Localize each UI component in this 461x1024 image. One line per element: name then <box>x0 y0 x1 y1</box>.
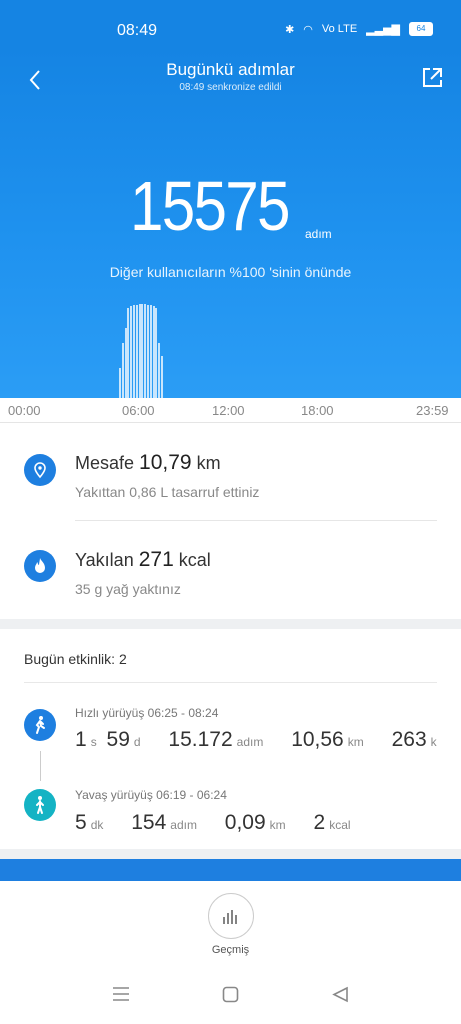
timeline-connector <box>40 751 41 781</box>
axis-label: 06:00 <box>122 403 155 418</box>
home-nav-icon[interactable] <box>222 986 239 1003</box>
activity-bar <box>121 343 124 398</box>
activity-bar <box>149 305 152 398</box>
volte-label: Vo LTE <box>321 23 358 35</box>
steps-hero: Bugünkü adımlar 08:49 senkronize edildi … <box>0 48 461 398</box>
history-button[interactable] <box>208 893 254 939</box>
flame-icon <box>24 550 56 582</box>
scroll-edge-band <box>0 859 461 881</box>
calories-note: 35 g yağ yaktınız <box>75 581 181 597</box>
bluetooth-icon: ✱ <box>285 23 295 36</box>
back-nav-icon[interactable] <box>332 986 349 1003</box>
activity-bar <box>141 304 144 398</box>
divider <box>24 682 437 683</box>
activity-bar <box>147 305 149 398</box>
activity-bar <box>127 308 130 398</box>
distance-note: Yakıttan 0,86 L tasarruf ettiniz <box>75 484 260 500</box>
activity-metrics[interactable]: 5 dk 154 adım 0,09 km 2 kcal <box>75 811 373 835</box>
brisk-walk-icon <box>24 709 56 741</box>
activity-bar <box>161 356 163 398</box>
status-bar: 08:49 ✱ ◠ Vo LTE ▂▃▅▇ 64 <box>0 0 461 48</box>
distance-label: Mesafe 10,79 km <box>75 451 221 474</box>
stats-card: Mesafe 10,79 km Yakıttan 0,86 L tasarruf… <box>0 423 461 619</box>
steps-bar-chart <box>0 48 461 398</box>
activity-count: Bugün etkinlik: 2 <box>24 651 127 667</box>
activity-title: Hızlı yürüyüş 06:25 - 08:24 <box>75 706 219 720</box>
activity-metrics[interactable]: 1s 59 d 15.172 adım 10,56 km 263 k <box>75 728 459 752</box>
calories-label: Yakılan 271 kcal <box>75 548 211 571</box>
activity-bar <box>138 304 141 398</box>
slow-walk-icon <box>24 789 56 821</box>
status-icons: ✱ ◠ Vo LTE ▂▃▅▇ 64 <box>285 22 433 36</box>
bar-chart-icon <box>223 910 237 924</box>
activity-bar <box>135 305 138 398</box>
time-axis: 00:00 06:00 12:00 18:00 23:59 <box>0 398 461 423</box>
activity-bar <box>158 343 161 398</box>
menu-nav-icon[interactable] <box>112 986 130 1002</box>
activity-bar <box>133 305 135 398</box>
activity-card: Bugün etkinlik: 2 Hızlı yürüyüş 06:25 - … <box>0 629 461 849</box>
activity-bar <box>155 308 158 398</box>
signal-icon: ▂▃▅▇ <box>366 23 400 36</box>
history-label[interactable]: Geçmiş <box>0 944 461 956</box>
axis-label: 23:59 <box>416 403 449 418</box>
bottom-bar: Geçmiş <box>0 881 461 1024</box>
status-time: 08:49 <box>117 22 158 39</box>
activity-bar <box>144 304 147 398</box>
wifi-icon: ◠ <box>303 23 313 36</box>
battery-icon: 64 <box>409 22 433 36</box>
activity-bar <box>124 328 127 398</box>
location-icon <box>24 454 56 486</box>
axis-label: 12:00 <box>212 403 245 418</box>
divider <box>75 520 437 521</box>
axis-label: 00:00 <box>8 403 41 418</box>
activity-bar <box>119 368 121 398</box>
activity-bar <box>152 306 155 398</box>
axis-label: 18:00 <box>301 403 334 418</box>
activity-title: Yavaş yürüyüş 06:19 - 06:24 <box>75 788 227 802</box>
activity-bar <box>130 306 133 398</box>
